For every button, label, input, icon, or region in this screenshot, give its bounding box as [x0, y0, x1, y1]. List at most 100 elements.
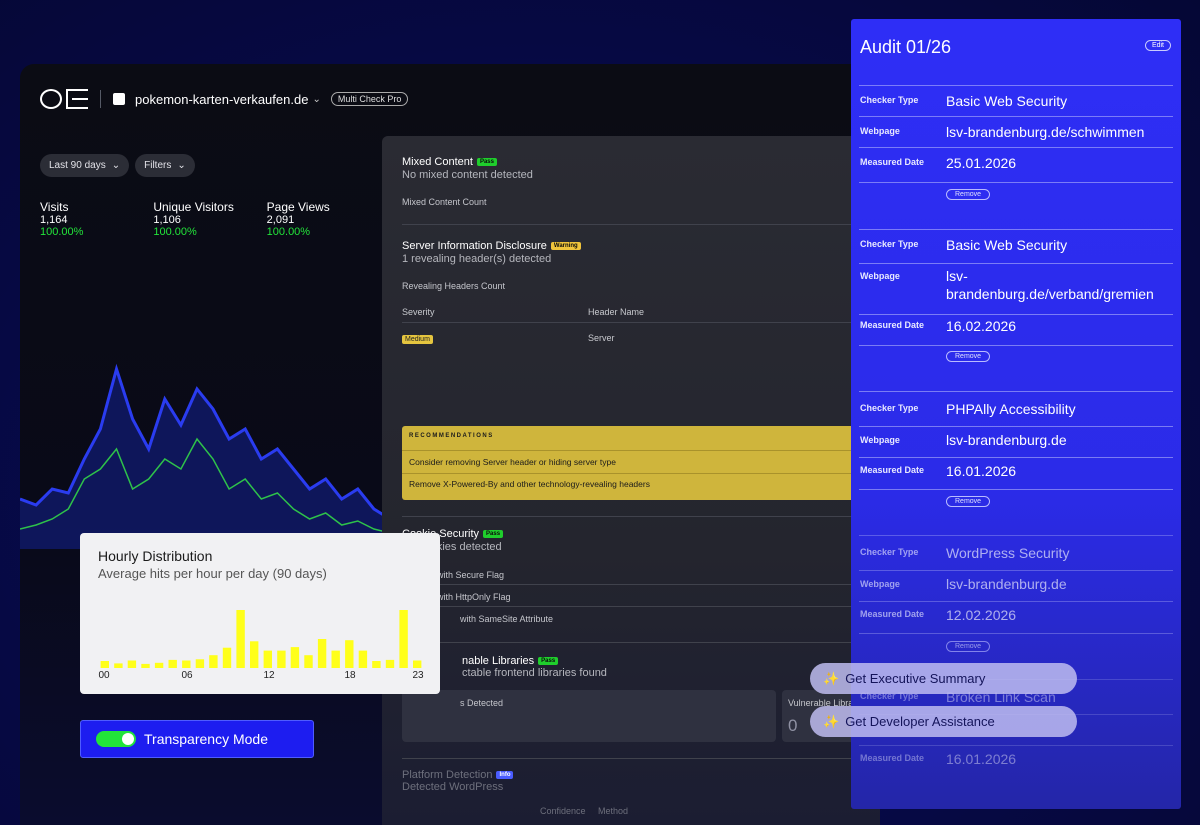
checker-type-key: Checker Type	[860, 239, 919, 249]
filters-label: Filters	[144, 160, 172, 171]
section-divider	[402, 516, 880, 517]
row-divider	[402, 606, 880, 607]
stat-percent: 100.00%	[40, 226, 84, 238]
measured-date-key: Measured Date	[860, 465, 925, 475]
row-divider	[859, 633, 1173, 634]
column-header-severity: Severity	[402, 307, 435, 317]
hourly-bar	[413, 660, 422, 668]
site-favicon-icon	[113, 93, 125, 105]
measured-date-key: Measured Date	[860, 609, 925, 619]
stat-label: Visits	[40, 200, 69, 214]
recommendations-box: RECOMMENDATIONS Consider removing Server…	[402, 426, 880, 500]
mixed-content-subtitle: No mixed content detected	[402, 169, 533, 181]
executive-summary-label: Get Executive Summary	[845, 671, 986, 686]
site-selector[interactable]: pokemon-karten-verkaufen.de	[135, 92, 308, 107]
info-badge: Info	[496, 771, 514, 779]
filter-bar: Last 90 days ⌄ Filters ⌄	[40, 154, 195, 177]
remove-button[interactable]: Remove	[946, 496, 991, 507]
logo-e-shape	[66, 89, 88, 109]
entry-divider	[859, 391, 1173, 392]
row-divider	[859, 147, 1173, 148]
measured-date-value: 16.01.2026	[946, 751, 1017, 767]
chevron-down-icon[interactable]: ⌄	[312, 94, 320, 105]
stats-row: Visits 1,164 100.00% Unique Visitors 1,1…	[40, 200, 380, 238]
row-divider	[859, 457, 1173, 458]
column-header-header-name: Header Name	[588, 307, 645, 317]
checker-type-value: PHPAlly Accessibility	[946, 401, 1076, 417]
server-info-title: Server Information Disclosure Warning	[402, 240, 581, 252]
date-range-dropdown[interactable]: Last 90 days ⌄	[40, 154, 130, 177]
webpage-key: Webpage	[860, 435, 900, 445]
entry-divider	[859, 85, 1173, 86]
hourly-bar	[236, 610, 245, 668]
chevron-down-icon: ⌄	[111, 160, 121, 171]
revealing-headers-count-label: Revealing Headers Count	[402, 281, 506, 291]
edit-button[interactable]: Edit	[1144, 40, 1171, 51]
executive-summary-button[interactable]: ✨ Get Executive Summary	[810, 663, 1077, 694]
hourly-bar	[250, 641, 259, 668]
stat-unique-visitors: Unique Visitors 1,106 100.00%	[153, 200, 266, 238]
warning-badge: Warning	[550, 242, 581, 250]
hourly-bar	[263, 650, 272, 668]
row-divider	[859, 489, 1173, 490]
row-divider	[859, 426, 1173, 427]
checker-type-key: Checker Type	[860, 403, 919, 413]
webpage-value: lsv-brandenburg.de/schwimmen	[946, 124, 1145, 140]
hourly-distribution-card: Hourly Distribution Average hits per hou…	[80, 533, 440, 694]
hour-tick-label: 18	[344, 670, 356, 681]
hourly-bar	[304, 655, 313, 668]
hourly-bar	[385, 659, 395, 668]
hour-tick-label: 23	[412, 670, 424, 681]
hourly-bar	[127, 660, 137, 668]
remove-button[interactable]: Remove	[946, 641, 991, 652]
entry-divider	[859, 229, 1173, 230]
sparkle-icon: ✨	[823, 670, 840, 686]
remove-button[interactable]: Remove	[946, 351, 991, 362]
platform-detection-title: Platform Detection Info	[402, 769, 514, 781]
hourly-subtitle: Average hits per hour per day (90 days)	[98, 566, 327, 581]
mixed-content-count-label: Mixed Content Count	[402, 197, 487, 207]
brand-logo[interactable]	[40, 89, 88, 109]
hourly-bar	[222, 647, 232, 668]
hourly-bar-chart	[100, 610, 422, 668]
checker-type-value: WordPress Security	[946, 545, 1070, 561]
libraries-title: nable Libraries Pass	[462, 655, 559, 667]
remove-button[interactable]: Remove	[946, 189, 991, 200]
audit-title: Audit 01/26	[860, 37, 952, 57]
toggle-switch[interactable]	[96, 731, 136, 747]
checker-type-key: Checker Type	[860, 547, 919, 557]
measured-date-key: Measured Date	[860, 753, 925, 763]
section-title: Platform Detection	[402, 769, 493, 781]
toggle-knob	[122, 733, 134, 745]
table-row-severity: Medium	[402, 333, 433, 344]
stat-value: 1,106	[153, 214, 181, 226]
row-divider	[402, 584, 880, 585]
hourly-bar	[182, 660, 191, 668]
libraries-detected-box: s Detected	[402, 690, 776, 742]
webpage-key: Webpage	[860, 126, 900, 136]
hour-tick-label: 06	[181, 670, 193, 681]
row-divider	[859, 263, 1173, 264]
webpage-key: Webpage	[860, 579, 900, 589]
topbar-divider	[100, 90, 101, 108]
developer-assistance-button[interactable]: ✨ Get Developer Assistance	[810, 706, 1077, 737]
hourly-bar	[277, 650, 286, 668]
filters-dropdown[interactable]: Filters ⌄	[135, 154, 195, 177]
stat-value: 1,164	[40, 214, 68, 226]
table-divider	[402, 322, 880, 323]
rec-divider	[402, 450, 880, 451]
libraries-detected-label: s Detected	[460, 698, 504, 708]
pass-badge: Pass	[538, 657, 559, 665]
row-divider	[859, 182, 1173, 183]
mixed-content-title: Mixed Content Pass	[402, 156, 497, 168]
webpage-key: Webpage	[860, 271, 900, 281]
hourly-bar	[372, 661, 381, 668]
row-divider	[859, 345, 1173, 346]
transparency-label: Transparency Mode	[144, 731, 268, 747]
stat-value: 2,091	[266, 214, 295, 226]
measured-date-value: 16.02.2026	[946, 318, 1017, 334]
measured-date-key: Measured Date	[860, 320, 925, 330]
transparency-mode-toggle[interactable]: Transparency Mode	[80, 720, 314, 758]
checker-type-value: Basic Web Security	[946, 93, 1068, 109]
checker-type-key: Checker Type	[860, 95, 919, 105]
